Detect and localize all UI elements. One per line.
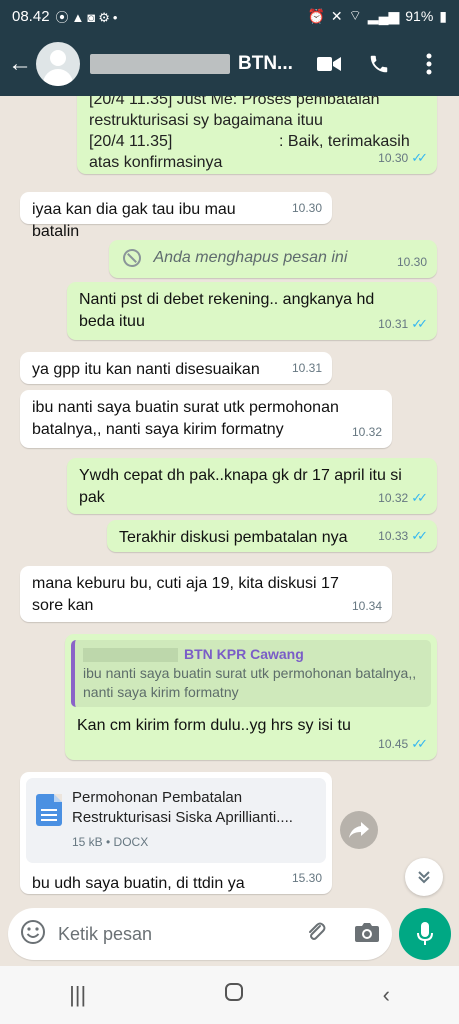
- avatar[interactable]: [36, 42, 80, 86]
- contact-name-suffix: BTN...: [238, 53, 293, 74]
- quoted-text: ibu nanti saya buatin surat utk permohon…: [83, 665, 417, 700]
- message-bubble[interactable]: ya gpp itu kan nanti disesuaikan 10.31: [20, 352, 332, 384]
- message-input-box[interactable]: [8, 908, 392, 960]
- wifi-icon: ⌔: [348, 7, 362, 23]
- double-check-icon: ✓✓: [411, 316, 428, 331]
- emoji-icon[interactable]: [20, 919, 46, 950]
- message-bubble-reply[interactable]: BTN KPR Cawang ibu nanti saya buatin sur…: [65, 634, 437, 760]
- forward-button[interactable]: [340, 811, 378, 849]
- message-meta: 10.30: [396, 255, 427, 269]
- deleted-icon: [123, 248, 141, 267]
- message-bubble[interactable]: iyaa kan dia gak tau ibu mau batalin 10.…: [20, 192, 332, 240]
- mute-icon: ✕: [330, 7, 343, 24]
- status-bar: 08.42 ⦿▲◙⚙• ⏰ ✕ ⌔ ▂▄▆ 91% ▮: [0, 0, 459, 32]
- alarm-icon: ⏰: [307, 7, 325, 24]
- message-text: Nanti pst di debet rekening.. angkanya h…: [79, 291, 375, 330]
- redacted-name: [90, 54, 230, 74]
- message-text: Terakhir diskusi pembatalan nya: [119, 529, 348, 546]
- message-text: ya gpp itu kan nanti disesuaikan: [32, 361, 260, 378]
- message-bubble[interactable]: [20/4 11.35] Just Me: Proses pembatalan …: [77, 96, 437, 174]
- document-attachment[interactable]: Permohonan Pembatalan Restrukturisasi Si…: [26, 778, 326, 863]
- camera-icon[interactable]: [354, 921, 380, 948]
- message-text: mana keburu bu, cuti aja 19, kita diskus…: [32, 575, 339, 614]
- back-nav-icon[interactable]: ‹: [383, 982, 390, 1008]
- battery-icon: ▮: [439, 7, 447, 24]
- double-check-icon: ✓✓: [411, 150, 428, 165]
- message-meta: 10.34: [351, 599, 382, 613]
- scroll-down-button[interactable]: [405, 858, 443, 896]
- message-bubble-document[interactable]: Permohonan Pembatalan Restrukturisasi Si…: [20, 772, 332, 894]
- redacted-name: [83, 648, 178, 663]
- message-meta: 10.30 ✓✓: [378, 147, 428, 169]
- message-bubble[interactable]: Terakhir diskusi pembatalan nya 10.33 ✓✓: [107, 520, 437, 552]
- document-meta: 15 kB • DOCX: [72, 835, 149, 849]
- double-check-icon: ✓✓: [411, 528, 428, 543]
- message-text: iyaa kan dia gak tau ibu mau batalin: [32, 201, 236, 240]
- mic-icon: [417, 922, 433, 945]
- recent-apps-icon[interactable]: |||: [69, 982, 86, 1008]
- message-meta: 10.32: [351, 425, 382, 439]
- more-vert-icon[interactable]: [417, 52, 441, 76]
- message-meta: 10.31: [291, 361, 322, 375]
- message-text: bu udh saya buatin, di ttdin ya: [32, 875, 245, 892]
- contact-name[interactable]: BTN...: [90, 53, 300, 75]
- message-meta: 10.30: [291, 201, 322, 215]
- message-bubble[interactable]: Nanti pst di debet rekening.. angkanya h…: [67, 282, 437, 340]
- message-text: [20/4 11.35] Just Me: Proses pembatalan …: [89, 96, 410, 171]
- double-check-icon: ✓✓: [411, 736, 428, 751]
- home-icon[interactable]: [224, 982, 244, 1008]
- message-text: Ywdh cepat dh pak..knapa gk dr 17 april …: [79, 467, 402, 506]
- chevron-double-down-icon: [418, 871, 430, 884]
- document-title: Permohonan Pembatalan Restrukturisasi Si…: [72, 789, 293, 826]
- composer: [0, 902, 459, 966]
- double-check-icon: ✓✓: [411, 490, 428, 505]
- message-text: ibu nanti saya buatin surat utk permohon…: [32, 399, 339, 438]
- voice-message-button[interactable]: [399, 908, 451, 960]
- message-bubble[interactable]: ibu nanti saya buatin surat utk permohon…: [20, 390, 392, 448]
- quoted-message[interactable]: BTN KPR Cawang ibu nanti saya buatin sur…: [71, 640, 431, 707]
- message-text: Anda menghapus pesan ini: [153, 249, 348, 266]
- android-nav-bar: ||| ‹: [0, 966, 459, 1024]
- document-icon: [36, 794, 62, 826]
- message-bubble[interactable]: Ywdh cepat dh pak..knapa gk dr 17 april …: [67, 458, 437, 514]
- status-right: ⏰ ✕ ⌔ ▂▄▆ 91% ▮: [307, 7, 447, 25]
- chat-header: ← BTN...: [0, 32, 459, 96]
- message-meta: 10.45 ✓✓: [378, 733, 428, 755]
- message-meta: 10.32 ✓✓: [378, 487, 428, 509]
- back-arrow-icon[interactable]: ←: [8, 50, 34, 78]
- chat-area[interactable]: [20/4 11.35] Just Me: Proses pembatalan …: [0, 96, 459, 902]
- video-call-icon[interactable]: [317, 52, 341, 76]
- notification-icons: ⦿▲◙⚙•: [55, 9, 121, 25]
- signal-icon: ▂▄▆: [367, 7, 400, 24]
- quoted-sender: BTN KPR Cawang: [184, 646, 304, 662]
- message-meta: 15.30: [291, 871, 322, 885]
- battery-level: 91%: [405, 8, 434, 24]
- message-text: Kan cm kirim form dulu..yg hrs sy isi tu: [77, 717, 351, 734]
- message-meta: 10.33 ✓✓: [378, 525, 428, 547]
- phone-icon[interactable]: [367, 52, 391, 76]
- message-bubble-deleted[interactable]: Anda menghapus pesan ini 10.30: [109, 240, 437, 278]
- message-input[interactable]: [58, 923, 278, 945]
- status-time: 08.42: [12, 7, 50, 25]
- message-meta: 10.31 ✓✓: [378, 313, 428, 335]
- attach-icon[interactable]: [304, 920, 328, 949]
- message-bubble[interactable]: mana keburu bu, cuti aja 19, kita diskus…: [20, 566, 392, 622]
